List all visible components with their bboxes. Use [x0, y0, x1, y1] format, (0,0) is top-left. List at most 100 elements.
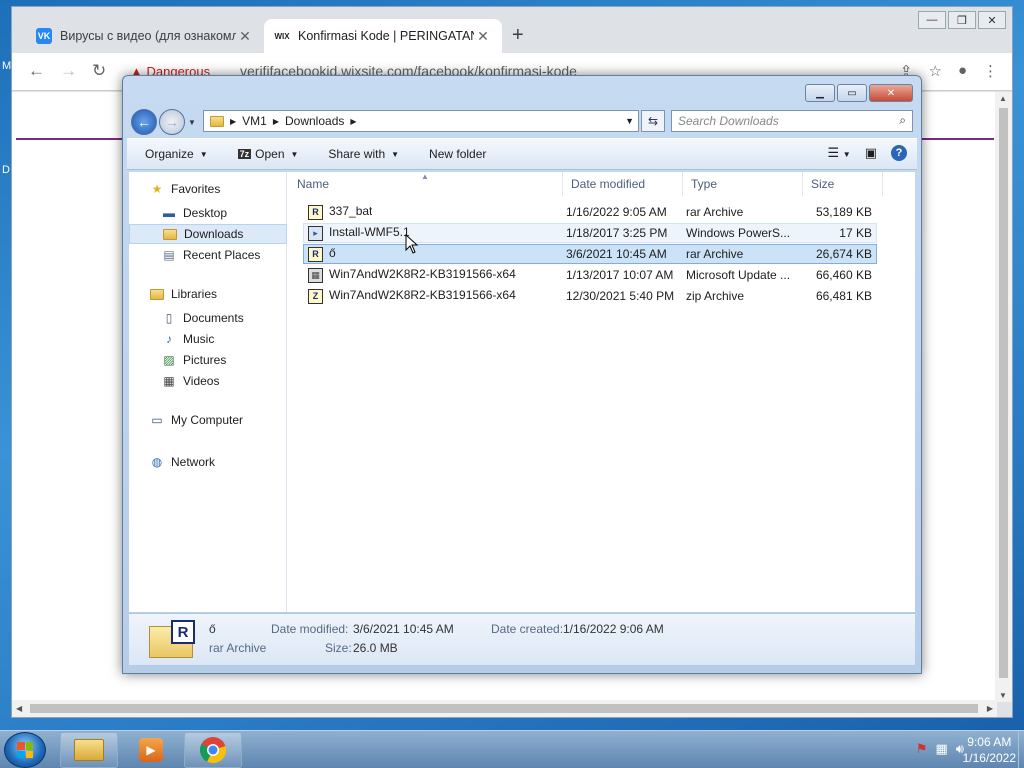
new-folder-button[interactable]: New folder	[429, 147, 486, 161]
minimize-button[interactable]: —	[918, 11, 946, 29]
file-row-selected[interactable]: Rő 3/6/2021 10:45 AM rar Archive 26,674 …	[303, 244, 877, 264]
nav-my-computer[interactable]: ▭ My Computer	[149, 413, 243, 427]
nav-desktop[interactable]: ▬ Desktop	[159, 203, 285, 223]
breadcrumb-separator-icon[interactable]: ▶	[230, 117, 236, 126]
close-button[interactable]: ✕	[978, 11, 1006, 29]
nav-label: Libraries	[171, 287, 218, 301]
breadcrumb-separator-icon[interactable]: ▶	[273, 117, 279, 126]
scroll-right-icon[interactable]: ▶	[987, 704, 993, 713]
details-date-modified-label: Date modified:	[271, 622, 349, 636]
scroll-left-icon[interactable]: ◀	[16, 704, 22, 713]
details-date-created: 1/16/2022 9:06 AM	[563, 622, 664, 636]
nav-downloads[interactable]: Downloads	[129, 224, 287, 244]
scroll-down-icon[interactable]: ▼	[999, 691, 1007, 700]
main-pane: ★ Favorites ▬ Desktop Downloads ▤ Recent…	[129, 172, 915, 612]
tab-wix[interactable]: WIX Konfirmasi Kode | PERINGATAN ✕	[264, 19, 502, 53]
scroll-thumb[interactable]	[999, 108, 1008, 678]
file-row[interactable]: ▦ Win7AndW2K8R2-KB3191566-x64 1/13/2017 1…	[303, 265, 877, 285]
scroll-up-icon[interactable]: ▲	[999, 94, 1007, 103]
nav-label: Desktop	[183, 206, 228, 220]
open-button[interactable]: 7z Open ▼	[237, 147, 298, 161]
back-arrow-icon[interactable]: ←	[28, 61, 45, 81]
network-tray-icon[interactable]: ▦	[936, 741, 948, 757]
address-dropdown-icon[interactable]: ▼	[625, 116, 634, 126]
nav-favorites[interactable]: ★ Favorites	[149, 182, 221, 196]
share-with-button[interactable]: Share with ▼	[328, 147, 399, 161]
organize-button[interactable]: Organize ▼	[145, 147, 208, 161]
tab-close-icon[interactable]: ✕	[236, 28, 254, 45]
nav-pictures[interactable]: ▨ Pictures	[159, 350, 285, 370]
nav-label: My Computer	[171, 413, 244, 427]
taskbar-media-player-button[interactable]: ▶	[122, 732, 180, 768]
view-controls: ☰ ▼ ▣ ?	[828, 145, 907, 161]
rar-icon: R	[308, 246, 323, 262]
nav-label: Documents	[183, 311, 244, 325]
horizontal-scrollbar[interactable]: ◀ ▶	[12, 700, 997, 717]
chrome-window-controls: — ❐ ✕	[916, 11, 1006, 29]
file-row[interactable]: Z Win7AndW2K8R2-KB3191566-x64 12/30/2021 …	[303, 286, 877, 306]
back-arrow-icon[interactable]: ←	[131, 109, 157, 135]
help-icon[interactable]: ?	[891, 145, 907, 161]
show-desktop-button[interactable]	[1018, 731, 1024, 768]
nav-documents[interactable]: ▯ Documents	[159, 308, 285, 328]
recent-pages-chevron-icon[interactable]: ▼	[188, 118, 196, 127]
view-options-icon[interactable]: ☰ ▼	[828, 145, 851, 161]
rar-file-large-icon: R	[149, 620, 195, 658]
file-row[interactable]: ▸ Install-WMF5.1 1/18/2017 3:25 PM Window…	[303, 223, 877, 243]
taskbar: ▶ ⚑ ▦ 🔊︎ 9:06 AM 1/16/2022	[0, 730, 1024, 768]
maximize-button[interactable]: ❐	[948, 11, 976, 29]
breadcrumb-separator-icon[interactable]: ▶	[350, 117, 356, 126]
file-date: 3/6/2021 10:45 AM	[566, 247, 667, 261]
windows-logo-icon	[17, 742, 33, 758]
minimize-button[interactable]: ▁	[805, 84, 835, 102]
preview-pane-icon[interactable]: ▣	[865, 145, 877, 161]
nav-videos[interactable]: ▦ Videos	[159, 371, 285, 391]
search-icon[interactable]: ⌕	[899, 113, 906, 128]
reload-icon[interactable]: ↻	[92, 61, 106, 81]
file-type: zip Archive	[686, 289, 745, 303]
network-icon: ◍	[151, 455, 163, 469]
column-header-size[interactable]: Size	[803, 172, 883, 196]
file-row[interactable]: R 337_bat 1/16/2022 9:05 AM rar Archive 5…	[303, 202, 877, 222]
close-button[interactable]: ✕	[869, 84, 913, 102]
nav-recent-places[interactable]: ▤ Recent Places	[159, 245, 285, 265]
search-input[interactable]: Search Downloads ⌕	[671, 110, 913, 132]
libraries-icon	[149, 287, 165, 301]
file-type: Windows PowerS...	[686, 226, 790, 240]
music-icon: ♪	[166, 332, 172, 346]
system-tray: ⚑ ▦ 🔊︎	[916, 741, 964, 757]
bookmark-star-icon[interactable]: ☆	[928, 62, 941, 80]
breadcrumb-downloads[interactable]: Downloads	[285, 114, 344, 128]
mouse-cursor-icon	[405, 234, 419, 254]
nav-network[interactable]: ◍ Network	[149, 455, 215, 469]
action-center-flag-icon[interactable]: ⚑	[916, 741, 928, 757]
column-header-type[interactable]: Type	[683, 172, 803, 196]
column-header-name[interactable]: Name	[289, 172, 563, 196]
forward-arrow-icon[interactable]: →	[60, 61, 77, 81]
start-button[interactable]	[4, 732, 46, 768]
profile-icon[interactable]: ●	[958, 62, 967, 80]
maximize-button[interactable]: ▭	[837, 84, 867, 102]
tab-vk[interactable]: VK Вирусы с видео (для ознакомле ✕	[26, 19, 264, 53]
vertical-scrollbar[interactable]: ▲ ▼	[995, 92, 1012, 702]
taskbar-explorer-button[interactable]	[60, 732, 118, 768]
scroll-thumb[interactable]	[30, 704, 978, 713]
refresh-button[interactable]: ⇆	[641, 110, 665, 132]
tab-close-icon[interactable]: ✕	[474, 28, 492, 45]
clock[interactable]: 9:06 AM 1/16/2022	[963, 734, 1016, 766]
forward-arrow-icon[interactable]: →	[159, 109, 185, 135]
menu-icon[interactable]: ⋮	[983, 62, 998, 80]
taskbar-chrome-button[interactable]	[184, 732, 242, 768]
clock-time: 9:06 AM	[967, 735, 1012, 749]
file-size: 66,460 KB	[815, 268, 872, 282]
new-folder-label: New folder	[429, 147, 487, 161]
nav-music[interactable]: ♪ Music	[159, 329, 285, 349]
navigation-pane: ★ Favorites ▬ Desktop Downloads ▤ Recent…	[129, 172, 287, 612]
new-tab-button[interactable]: +	[512, 24, 524, 47]
column-header-date[interactable]: Date modified	[563, 172, 683, 196]
address-bar[interactable]: ▶ VM1 ▶ Downloads ▶ ▼	[203, 110, 639, 132]
file-name: Win7AndW2K8R2-KB3191566-x64	[329, 267, 516, 282]
breadcrumb-vm1[interactable]: VM1	[242, 114, 267, 128]
nav-label: Favorites	[171, 182, 221, 196]
nav-libraries[interactable]: Libraries	[149, 287, 217, 301]
